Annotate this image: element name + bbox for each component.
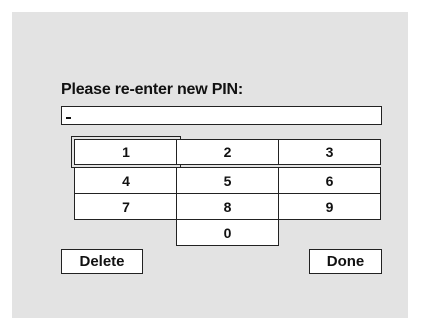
pin-cursor — [66, 117, 71, 119]
keypad-key-5[interactable]: 5 — [176, 167, 279, 194]
keypad-key-7[interactable]: 7 — [74, 193, 178, 220]
keypad-key-4[interactable]: 4 — [74, 167, 178, 194]
keypad-key-1[interactable]: 1 — [71, 136, 181, 168]
keypad-key-9[interactable]: 9 — [278, 193, 381, 220]
done-button[interactable]: Done — [309, 249, 382, 274]
keypad-key-2[interactable]: 2 — [176, 139, 279, 165]
keypad-key-0[interactable]: 0 — [176, 219, 279, 246]
keypad-key-3[interactable]: 3 — [278, 139, 381, 165]
delete-button[interactable]: Delete — [61, 249, 143, 274]
pin-prompt: Please re-enter new PIN: — [61, 81, 243, 98]
keypad-key-8[interactable]: 8 — [176, 193, 279, 220]
keypad-key-6[interactable]: 6 — [278, 167, 381, 194]
pin-entry-field[interactable] — [61, 106, 382, 125]
